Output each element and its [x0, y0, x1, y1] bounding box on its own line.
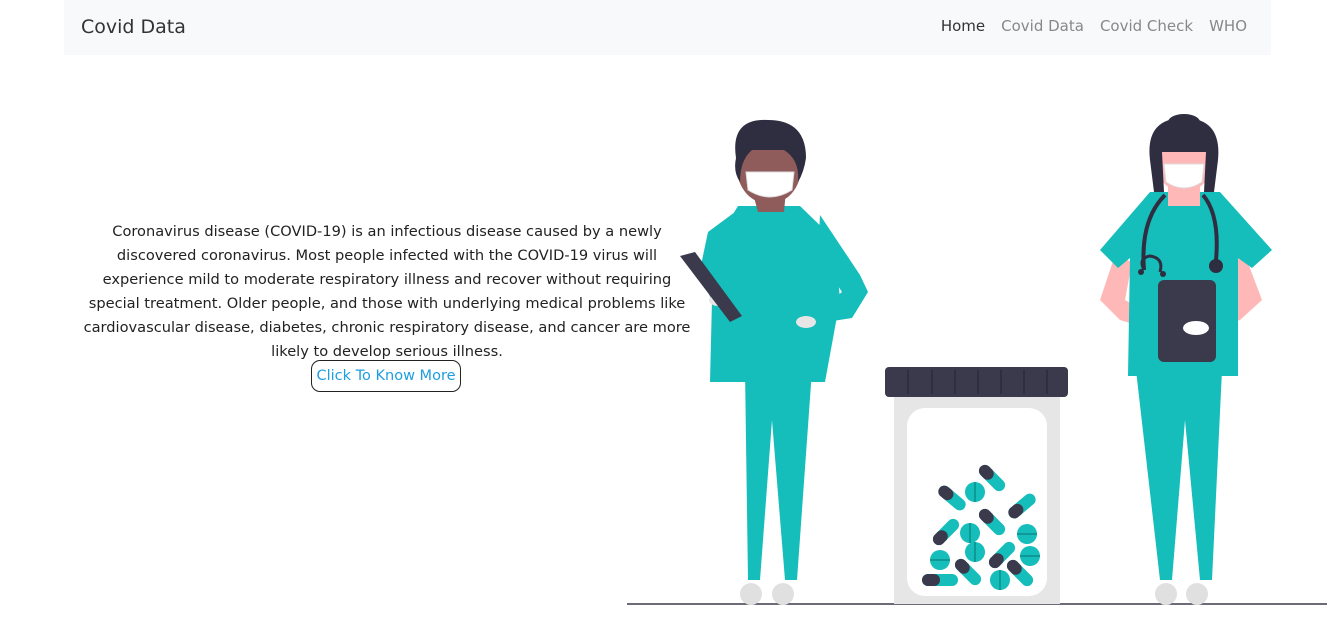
doctors-illustration [627, 114, 1327, 605]
right-nurse-figure [1100, 114, 1272, 605]
left-nurse-figure [680, 119, 868, 605]
pill-jar [885, 367, 1068, 604]
